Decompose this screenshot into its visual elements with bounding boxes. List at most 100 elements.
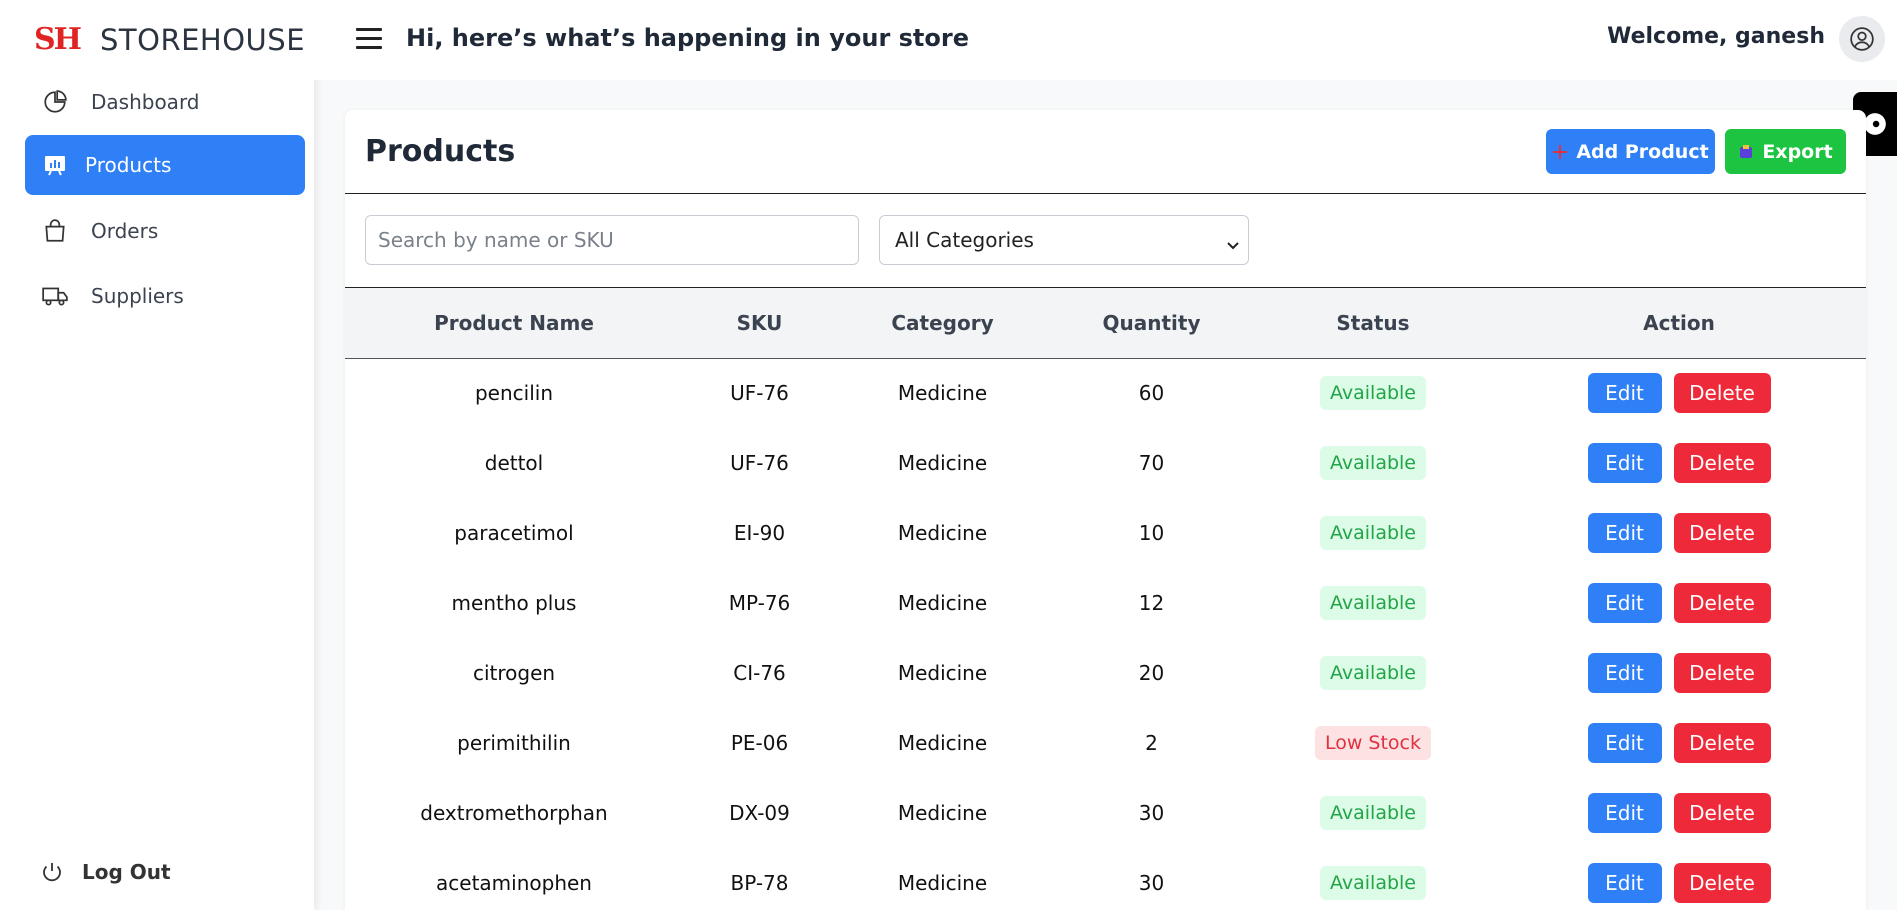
column-header[interactable]: Status [1254,288,1492,358]
column-header[interactable]: SKU [683,288,836,358]
sidebar-item-products[interactable]: Products [25,135,305,195]
delete-button[interactable]: Delete [1673,583,1771,623]
category-select[interactable]: All Categories [879,215,1249,265]
add-product-label: Add Product [1576,140,1709,163]
product-sku: BP-78 [730,871,789,895]
plus-icon [1552,144,1568,160]
delete-button[interactable]: Delete [1673,513,1771,553]
export-button[interactable]: Export [1725,129,1846,174]
product-sku: EI-90 [733,521,786,545]
products-chart-icon [41,151,69,179]
product-category: Medicine [897,731,988,755]
edit-button[interactable]: Edit [1587,653,1662,693]
product-name: mentho plus [451,591,577,615]
edit-button[interactable]: Edit [1587,443,1662,483]
product-name: pencilin [474,381,554,406]
divider [345,193,1866,194]
sidebar-item-suppliers[interactable]: Suppliers [25,266,305,326]
power-icon [40,860,64,884]
delete-button[interactable]: Delete [1673,723,1771,763]
sidebar: SH STOREHOUSE Dashboard Products Orders … [0,0,314,910]
product-sku: MP-76 [728,591,791,615]
column-header[interactable]: Quantity [1049,288,1254,358]
status-badge: Low Stock [1314,726,1432,760]
greeting-text: Hi, here’s what’s happening in your stor… [406,24,969,52]
column-header[interactable]: Product Name [345,288,683,358]
edit-button[interactable]: Edit [1587,583,1662,623]
product-category: Medicine [897,661,988,685]
edit-button[interactable]: Edit [1587,513,1662,553]
product-sku: PE-06 [730,731,789,755]
user-avatar-icon[interactable] [1839,16,1885,62]
brand-logo: SH [34,22,82,57]
product-category: Medicine [897,801,988,825]
table-row: dettol UF-76 Medicine 70 Available Edit D… [345,428,1866,498]
product-name: dextromethorphan [420,801,608,825]
sidebar-item-label: Products [85,153,172,177]
status-badge: Available [1319,656,1426,690]
delete-button[interactable]: Delete [1673,653,1771,693]
sidebar-item-orders[interactable]: Orders [25,201,305,261]
table-row: dextromethorphan DX-09 Medicine 30 Avail… [345,778,1866,848]
sidebar-item-label: Dashboard [91,90,200,114]
status-badge: Available [1319,376,1426,411]
product-name: acetaminophen [436,871,592,895]
product-name: paracetimol [454,521,574,545]
product-name: perimithilin [457,731,571,755]
product-category: Medicine [897,521,988,545]
edit-button[interactable]: Edit [1587,373,1662,414]
delete-button[interactable]: Delete [1673,373,1771,414]
shopping-bag-icon [41,217,69,245]
edit-button[interactable]: Edit [1587,723,1662,763]
product-sku: CI-76 [733,661,786,685]
add-product-button[interactable]: Add Product [1546,129,1715,174]
chevron-down-icon [1226,233,1240,257]
export-icon [1738,144,1754,160]
status-badge: Available [1319,866,1426,900]
table-row: mentho plus MP-76 Medicine 12 Available … [345,568,1866,638]
column-header: Action [1643,310,1715,335]
export-label: Export [1762,140,1833,163]
product-quantity: 12 [1138,591,1165,615]
logout-button[interactable]: Log Out [40,860,171,884]
products-card: Products Add Product Export All Categori… [345,110,1866,910]
truck-icon [41,282,69,310]
sidebar-item-label: Orders [91,219,159,243]
product-quantity: 30 [1138,801,1165,825]
delete-button[interactable]: Delete [1673,863,1771,903]
product-name: citrogen [472,661,556,685]
delete-button[interactable]: Delete [1673,793,1771,833]
product-category: Medicine [897,591,988,615]
welcome-text: Welcome, ganesh [1607,24,1825,49]
brand-name: STOREHOUSE [100,23,306,57]
delete-button[interactable]: Delete [1673,443,1771,483]
edit-button[interactable]: Edit [1587,863,1662,903]
table-row: acetaminophen BP-78 Medicine 30 Availabl… [345,848,1866,910]
column-header[interactable]: Category [836,288,1049,358]
logout-label: Log Out [82,860,171,884]
top-header: Hi, here’s what’s happening in your stor… [314,0,1897,80]
brand[interactable]: SH STOREHOUSE [34,16,305,64]
product-quantity: 30 [1138,871,1165,895]
product-category: Medicine [897,871,988,895]
status-badge: Available [1319,796,1426,830]
table-row: citrogen CI-76 Medicine 20 Available Edi… [345,638,1866,708]
sidebar-item-dashboard[interactable]: Dashboard [25,72,305,132]
product-quantity: 2 [1145,731,1158,755]
product-quantity: 20 [1138,661,1165,685]
edit-button[interactable]: Edit [1587,793,1662,833]
product-quantity: 10 [1138,521,1165,545]
product-category: Medicine [897,381,988,406]
table-row: perimithilin PE-06 Medicine 2 Low Stock … [345,708,1866,778]
product-category: Medicine [897,451,988,475]
search-input[interactable] [365,215,859,265]
status-badge: Available [1319,516,1426,550]
product-quantity: 60 [1138,381,1165,406]
table-row: paracetimol EI-90 Medicine 10 Available … [345,498,1866,568]
menu-icon[interactable] [356,28,382,55]
status-badge: Available [1319,446,1426,480]
product-quantity: 70 [1138,451,1165,475]
page-title: Products [365,134,516,169]
products-table: Product Name SKU Category Quantity Statu… [345,288,1866,910]
product-sku: UF-76 [730,451,789,475]
